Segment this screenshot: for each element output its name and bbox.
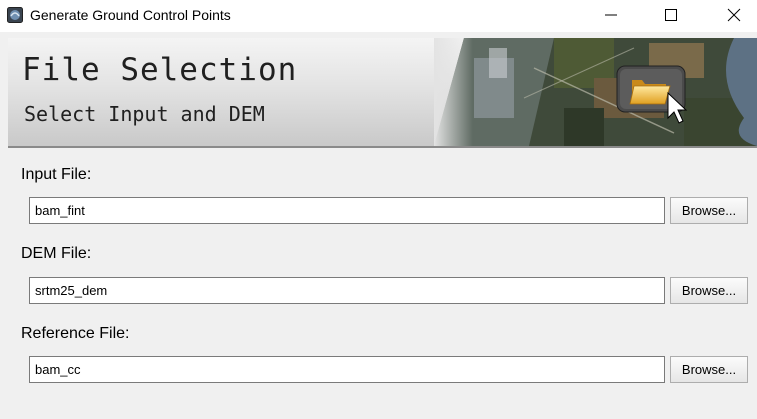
input-file-field[interactable]	[29, 197, 665, 224]
reference-file-field[interactable]	[29, 356, 665, 383]
input-file-label: Input File:	[21, 166, 92, 183]
maximize-button[interactable]	[648, 0, 694, 32]
maximize-icon	[664, 7, 678, 26]
close-icon	[727, 7, 741, 26]
reference-browse-button[interactable]: Browse...	[670, 356, 748, 383]
minimize-icon	[604, 7, 618, 26]
banner-title: File Selection	[22, 52, 298, 88]
minimize-button[interactable]	[588, 0, 634, 32]
window-title: Generate Ground Control Points	[30, 7, 231, 23]
title-bar: Generate Ground Control Points	[0, 0, 757, 32]
close-button[interactable]	[711, 0, 757, 32]
wizard-banner: File Selection Select Input and DEM	[8, 38, 757, 148]
app-icon	[7, 7, 23, 23]
input-browse-button[interactable]: Browse...	[670, 197, 748, 224]
reference-file-label: Reference File:	[21, 325, 130, 342]
dem-file-label: DEM File:	[21, 245, 92, 262]
dem-browse-button[interactable]: Browse...	[670, 277, 748, 304]
satellite-image	[434, 38, 757, 146]
dem-file-field[interactable]	[29, 277, 665, 304]
banner-subtitle: Select Input and DEM	[24, 102, 265, 126]
